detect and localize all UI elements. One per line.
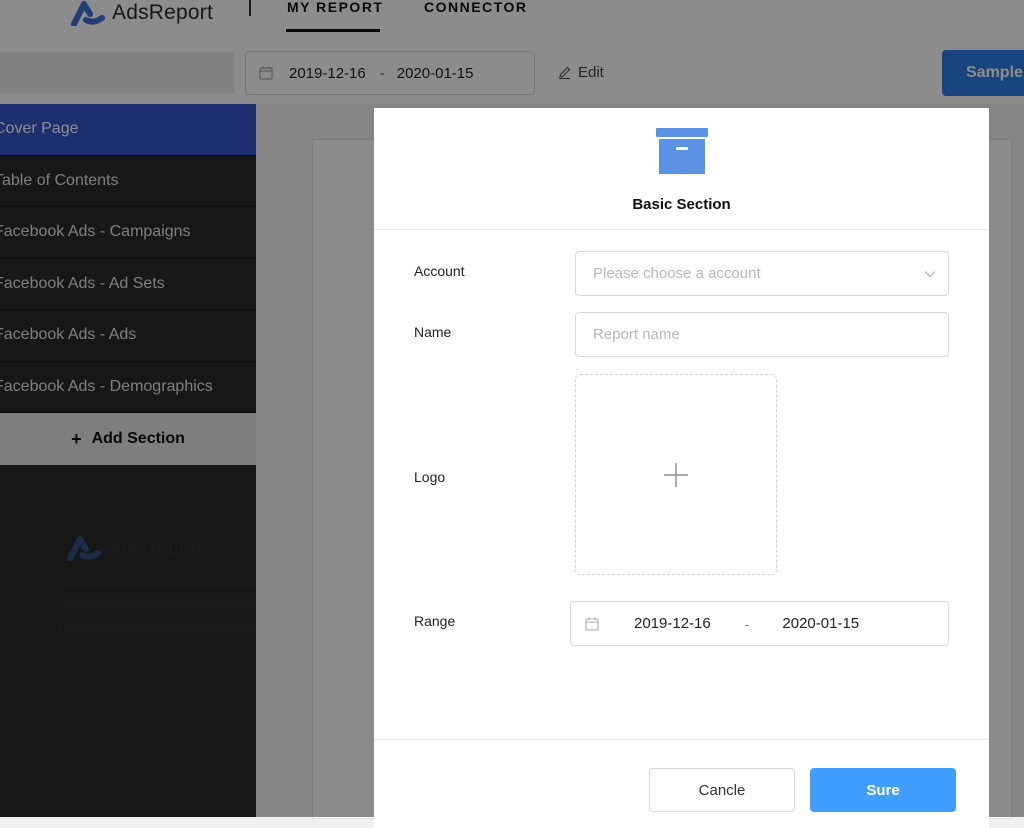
- calendar-icon: [585, 617, 599, 630]
- name-label: Name: [414, 324, 452, 340]
- cancel-button[interactable]: Cancle: [649, 768, 795, 812]
- logo-label: Logo: [414, 469, 446, 485]
- dialog-header: Basic Section: [374, 108, 989, 230]
- plus-icon: [664, 462, 688, 487]
- range-date-picker[interactable]: 2019-12-16 - 2020-01-15: [570, 601, 949, 646]
- archive-box-icon: [656, 128, 708, 174]
- basic-section-dialog: Basic Section Account Please choose a ac…: [374, 108, 989, 828]
- account-select[interactable]: Please choose a account: [575, 251, 949, 296]
- account-select-placeholder: Please choose a account: [593, 265, 761, 282]
- range-date-separator: -: [744, 615, 750, 632]
- account-label: Account: [414, 263, 465, 279]
- dialog-footer-divider: [374, 739, 989, 740]
- range-end-date[interactable]: 2020-01-15: [782, 615, 859, 632]
- report-name-input[interactable]: [576, 313, 948, 356]
- sure-button[interactable]: Sure: [810, 768, 956, 812]
- chevron-down-icon: [924, 270, 936, 277]
- logo-upload-area[interactable]: [575, 374, 777, 575]
- report-name-box: [575, 312, 949, 357]
- range-label: Range: [414, 613, 456, 629]
- range-start-date[interactable]: 2019-12-16: [634, 615, 711, 632]
- dialog-title: Basic Section: [632, 196, 731, 213]
